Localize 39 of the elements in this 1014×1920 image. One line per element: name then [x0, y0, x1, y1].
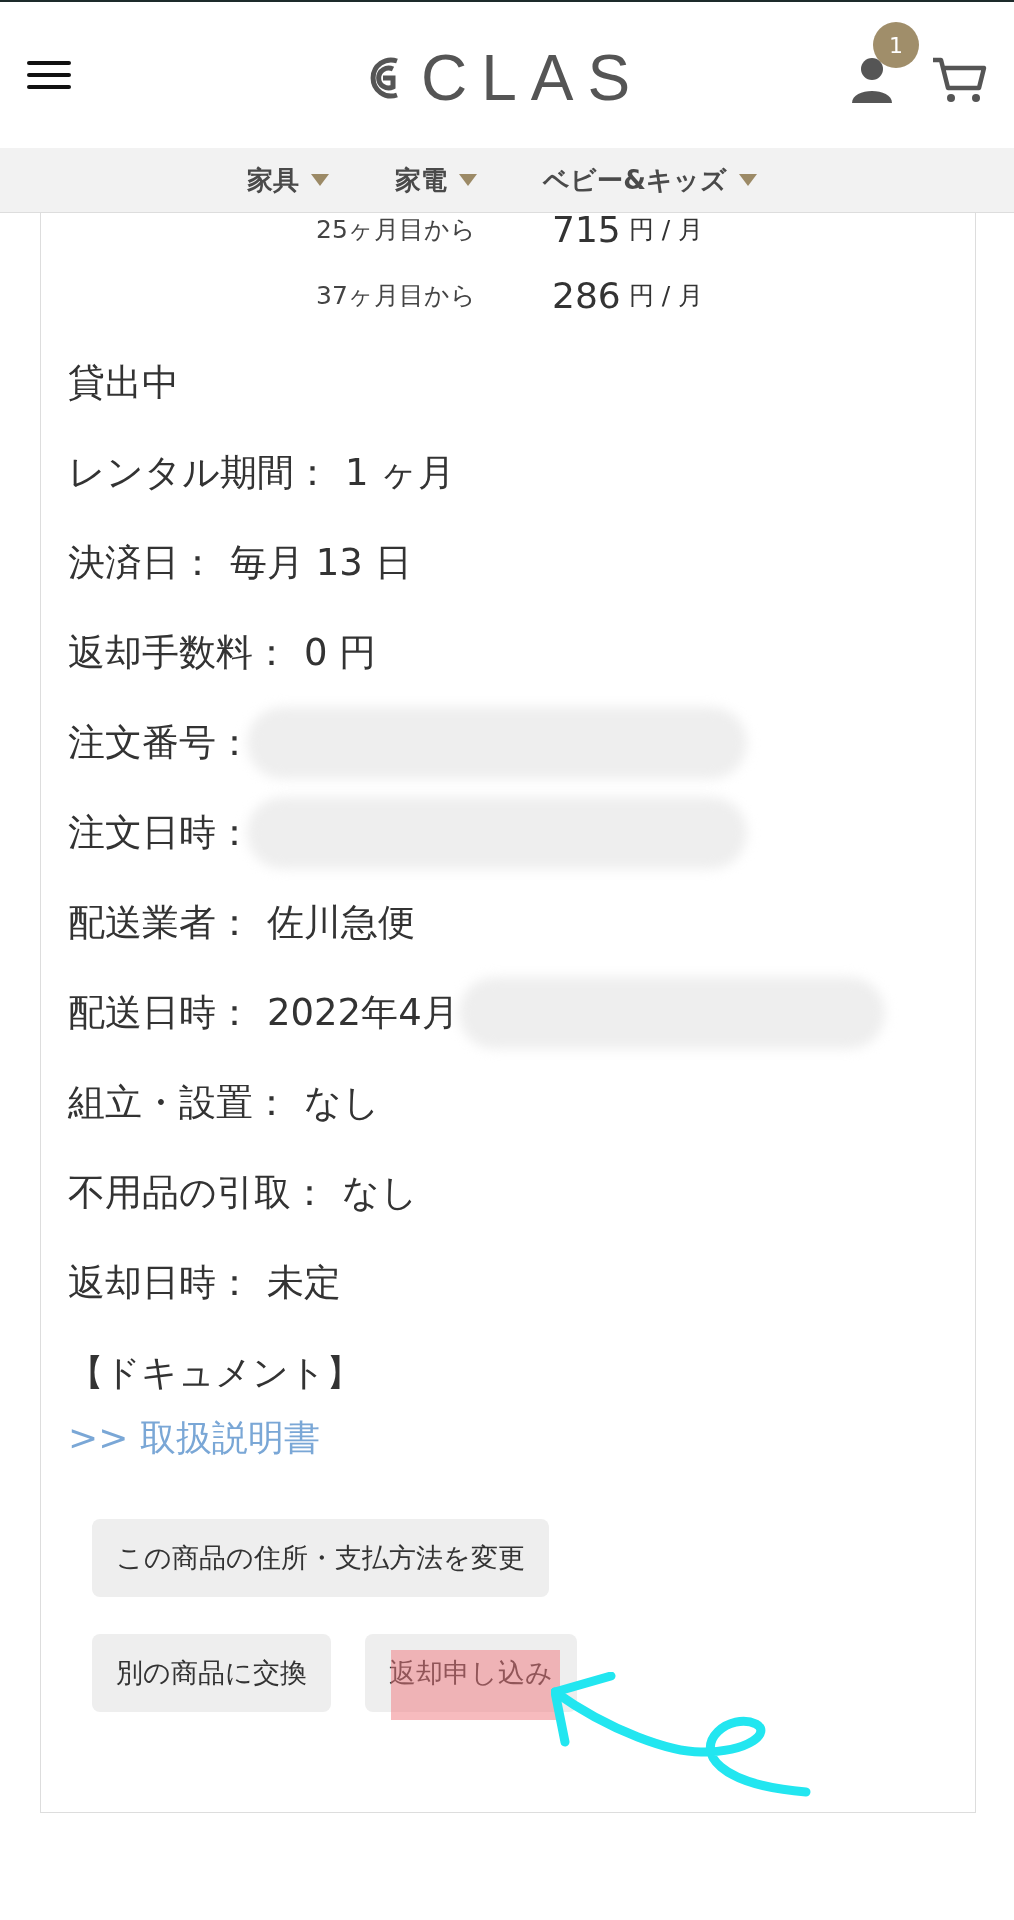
action-button[interactable]: この商品の住所・支払方法を変更 [92, 1519, 549, 1597]
detail-label: 不用品の引取： [68, 1170, 328, 1216]
detail-value: 未定 [267, 1260, 341, 1306]
logo-text[interactable]: CLAS [421, 46, 645, 110]
documents-heading: 【ドキュメント】 [68, 1350, 363, 1395]
dropdown-triangle-icon [738, 174, 757, 186]
category-menu[interactable]: 家具 [247, 162, 330, 198]
menu-icon[interactable] [27, 61, 71, 89]
detail-label: 配送業者： [68, 900, 253, 946]
price-unit: 円 / 月 [628, 213, 704, 246]
dropdown-triangle-icon [459, 174, 478, 186]
detail-label: 返却日時： [68, 1260, 253, 1306]
detail-value: なし [304, 1080, 380, 1126]
price-amount: 715 [552, 208, 621, 250]
detail-label: 返却手数料： [68, 630, 290, 676]
detail-value: 1 ヶ月 [345, 450, 456, 496]
detail-label: 注文番号： [68, 720, 253, 766]
detail-value: 0 円 [304, 630, 377, 676]
detail-label: 決済日： [68, 540, 216, 586]
detail-label: 組立・設置： [68, 1080, 290, 1126]
cart-count-badge: 1 [873, 22, 919, 68]
action-button[interactable]: 別の商品に交換 [92, 1634, 331, 1712]
account-icon[interactable] [851, 57, 893, 103]
price-unit: 円 / 月 [628, 279, 704, 312]
category-menu[interactable]: ベビー&キッズ [543, 162, 757, 198]
detail-value: 毎月 13 日 [230, 540, 412, 586]
detail-label: レンタル期間： [68, 450, 331, 496]
detail-label: 注文日時： [68, 810, 253, 856]
detail-label: 配送日時： [68, 990, 253, 1036]
price-amount: 286 [552, 274, 621, 316]
category-menu[interactable]: 家電 [395, 162, 478, 198]
cart-icon[interactable] [931, 56, 987, 104]
period-label: 37ヶ月目から [316, 279, 477, 312]
detail-label: 貸出中 [68, 360, 179, 406]
period-label: 25ヶ月目から [316, 213, 477, 246]
dropdown-triangle-icon [311, 174, 330, 186]
detail-value: なし [342, 1170, 418, 1216]
detail-value: 佐川急便 [267, 900, 415, 946]
detail-value: 2022年4月 [267, 990, 459, 1036]
